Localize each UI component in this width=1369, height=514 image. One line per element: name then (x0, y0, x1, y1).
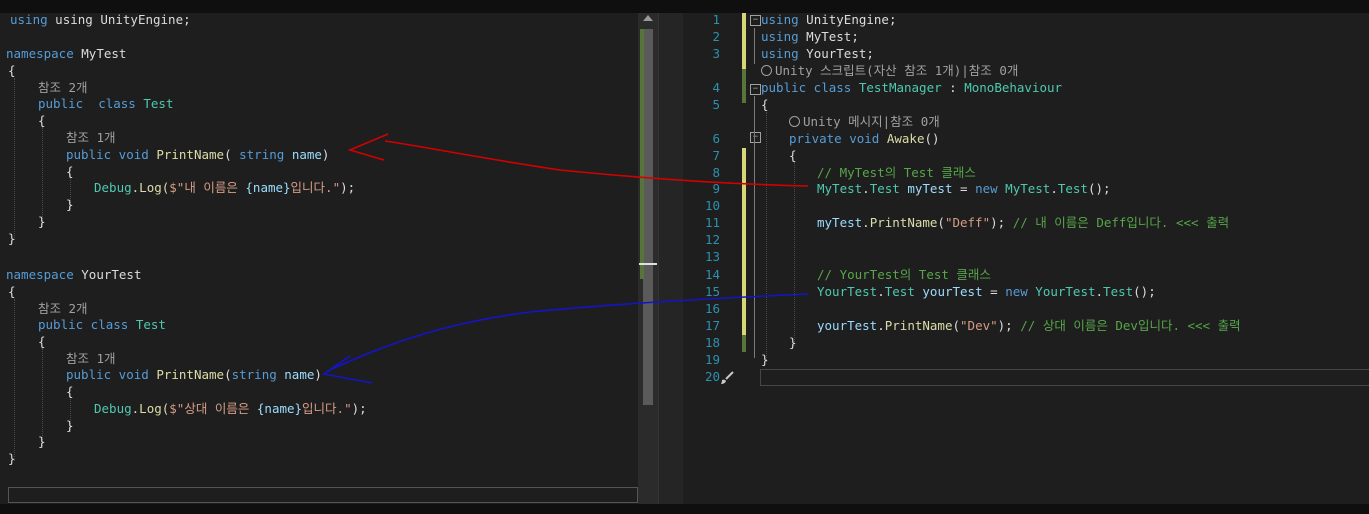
change-marker (640, 29, 644, 279)
codelens-meta[interactable]: Unity 스크립트(자산 참조 1개)|참조 0개 (761, 62, 1018, 79)
code-line: } (8, 231, 16, 246)
line-number: 18 (704, 335, 720, 350)
reference-count[interactable]: 참조 1개 (66, 350, 116, 367)
code-line: { (66, 164, 74, 179)
vertical-scrollbar[interactable] (638, 13, 658, 504)
indent-guide (42, 127, 43, 227)
current-line-highlight[interactable] (760, 369, 1369, 386)
line-number: 14 (704, 267, 720, 282)
code-line: { (38, 334, 46, 349)
paintbrush-icon[interactable] (719, 371, 735, 385)
line-number: 5 (712, 97, 720, 112)
code-line: using MyTest; (761, 29, 859, 44)
code-line: myTest.PrintName("Deff"); // 내 이름은 Deff입… (817, 215, 1230, 230)
code-line: using YourTest; (761, 46, 874, 61)
line-number: 2 (712, 29, 720, 44)
line-number: 20 (704, 369, 720, 384)
fold-line (754, 28, 755, 64)
line-number: 8 (712, 165, 720, 180)
code-line: using using UnityEngine; (10, 13, 191, 27)
line-number: 3 (712, 46, 720, 61)
bottom-strip (0, 504, 1369, 514)
change-marker (742, 69, 746, 103)
code-line: namespace MyTest (6, 46, 127, 61)
code-line: } (66, 197, 74, 212)
line-number: 7 (712, 148, 720, 163)
code-comment: // MyTest의 Test 클래스 (817, 165, 976, 180)
change-marker (742, 13, 746, 69)
line-number: 6 (712, 131, 720, 146)
code-line: { (66, 384, 74, 399)
code-line: Debug.Log($"내 이름은 {name}입니다."); (94, 180, 356, 195)
scroll-thumb[interactable] (643, 29, 653, 405)
code-line: MyTest.Test myTest = new MyTest.Test(); (817, 181, 1111, 196)
code-line: } (8, 451, 16, 466)
left-code-editor[interactable]: using using UnityEngine; namespace MyTes… (0, 13, 638, 504)
line-number: 19 (704, 352, 720, 367)
code-line: { (38, 113, 46, 128)
fold-icon[interactable]: − (750, 15, 761, 26)
indent-guide (766, 112, 767, 362)
code-line: public void PrintName(string name) (66, 367, 322, 382)
code-line: { (8, 63, 16, 78)
code-line: { (761, 97, 769, 112)
line-number: 17 (704, 318, 720, 333)
line-number: 13 (704, 249, 720, 264)
line-number: 1 (712, 12, 720, 27)
codelens-meta[interactable]: Unity 메시지|참조 0개 (789, 113, 940, 130)
code-line: } (38, 434, 46, 449)
code-line: public class TestManager : MonoBehaviour (761, 80, 1063, 95)
indent-guide (14, 78, 15, 240)
code-line: public class Test (38, 96, 174, 111)
scroll-position-marker (639, 263, 657, 265)
unity-icon (761, 65, 772, 76)
code-line: namespace YourTest (6, 267, 142, 282)
code-line: } (66, 418, 74, 433)
code-line: { (789, 148, 797, 163)
line-number: 12 (704, 232, 720, 247)
code-line: } (38, 214, 46, 229)
scroll-up-arrow-icon[interactable] (643, 15, 653, 21)
change-marker (742, 148, 746, 335)
fold-line (754, 96, 755, 358)
code-line: } (789, 335, 797, 350)
code-line: { (8, 284, 16, 299)
code-line: yourTest.PrintName("Dev"); // 상대 이름은 Dev… (817, 318, 1241, 333)
horizontal-scrollbar[interactable] (8, 487, 638, 503)
fold-icon[interactable]: − (750, 132, 761, 143)
code-line: public class Test (38, 317, 166, 332)
code-line: private void Awake() (789, 131, 940, 146)
code-comment: // YourTest의 Test 클래스 (817, 267, 991, 282)
line-number: 4 (712, 80, 720, 95)
line-number: 11 (704, 215, 720, 230)
line-number: 16 (704, 301, 720, 316)
change-marker (742, 335, 746, 352)
indent-guide (794, 162, 795, 346)
indent-guide (14, 299, 15, 461)
code-line: } (761, 352, 769, 367)
reference-count[interactable]: 참조 2개 (38, 300, 88, 317)
code-line: using UnityEngine; (761, 12, 897, 27)
fold-icon[interactable]: − (750, 84, 761, 95)
code-line: public void PrintName( string name) (66, 147, 330, 162)
unity-icon (789, 116, 800, 127)
code-line: YourTest.Test yourTest = new YourTest.Te… (817, 284, 1156, 299)
code-line: Debug.Log($"상대 이름은 {name}입니다."); (94, 401, 367, 416)
line-number: 9 (712, 181, 720, 196)
reference-count[interactable]: 참조 2개 (38, 79, 88, 96)
line-number: 15 (704, 284, 720, 299)
reference-count[interactable]: 참조 1개 (66, 129, 116, 146)
line-number: 10 (704, 198, 720, 213)
